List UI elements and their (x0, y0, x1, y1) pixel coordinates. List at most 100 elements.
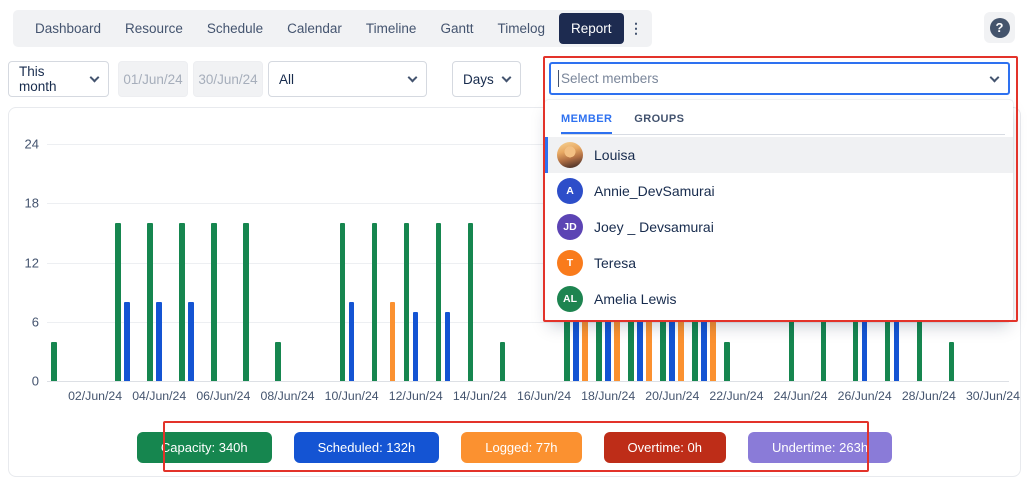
x-axis-tick-20: 20/Jun/24 (635, 389, 709, 403)
legend-chip-scheduled: Scheduled: 132h (294, 432, 440, 463)
tab-dashboard[interactable]: Dashboard (23, 10, 113, 47)
member-option-teresa[interactable]: T Teresa (545, 245, 1013, 281)
help-button[interactable]: ? (984, 12, 1015, 43)
member-option-amelia-lewis[interactable]: AL Amelia Lewis (545, 281, 1013, 317)
x-axis-tick-26: 26/Jun/24 (828, 389, 902, 403)
bar-capacity-13 (436, 223, 442, 381)
y-axis-tick-0: 0 (9, 374, 39, 389)
date-range-value: This month (19, 64, 83, 94)
member-option-joey-devsamurai[interactable]: JD Joey _ Devsamurai (545, 209, 1013, 245)
tab-schedule[interactable]: Schedule (195, 10, 275, 47)
bar-logged-11 (390, 302, 396, 381)
bar-capacity-08 (275, 342, 281, 382)
member-name: Teresa (594, 255, 636, 271)
scope-select[interactable]: All (268, 61, 427, 97)
user-initials-avatar: JD (557, 214, 583, 240)
panel-tab-member[interactable]: MEMBER (561, 113, 612, 134)
nav-tabs: DashboardResourceScheduleCalendarTimelin… (23, 10, 626, 47)
tab-timeline[interactable]: Timeline (354, 10, 429, 47)
text-caret (558, 70, 559, 87)
y-axis-tick-6: 6 (9, 314, 39, 329)
bar-capacity-11 (372, 223, 378, 381)
gridline-0 (47, 381, 1009, 382)
x-axis-tick-24: 24/Jun/24 (764, 389, 838, 403)
start-date-value: 01/Jun/24 (123, 72, 182, 87)
chevron-down-icon (502, 72, 512, 82)
legend-chip-capacity: Capacity: 340h (137, 432, 272, 463)
legend-chip-undertime: Undertime: 263h (748, 432, 892, 463)
kebab-menu-icon: ⋮ (629, 20, 644, 36)
member-option-annie-devsamurai[interactable]: A Annie_DevSamurai (545, 173, 1013, 209)
panel-tab-groups[interactable]: GROUPS (634, 113, 684, 134)
bar-scheduled-13 (445, 312, 451, 381)
bar-capacity-07 (243, 223, 249, 381)
chevron-down-icon (990, 73, 1000, 83)
bar-capacity-05 (179, 223, 185, 381)
bar-scheduled-10 (349, 302, 355, 381)
user-initials-avatar: T (557, 250, 583, 276)
y-axis-tick-18: 18 (9, 196, 39, 211)
bar-capacity-15 (500, 342, 506, 382)
member-groups-tabs: MEMBER GROUPS (545, 100, 1013, 134)
tab-timelog[interactable]: Timelog (485, 10, 557, 47)
x-axis-tick-04: 04/Jun/24 (122, 389, 196, 403)
x-axis-tick-16: 16/Jun/24 (507, 389, 581, 403)
question-mark-icon: ? (990, 18, 1010, 38)
bar-capacity-14 (468, 223, 474, 381)
user-photo-avatar (557, 142, 583, 168)
member-name: Annie_DevSamurai (594, 183, 715, 199)
x-axis-tick-06: 06/Jun/24 (186, 389, 260, 403)
member-name: Joey _ Devsamurai (594, 219, 714, 235)
member-name: Louisa (594, 147, 635, 163)
bar-capacity-03 (115, 223, 121, 381)
tab-report[interactable]: Report (559, 13, 624, 44)
legend-chip-logged: Logged: 77h (461, 432, 581, 463)
bar-capacity-10 (340, 223, 346, 381)
member-name: Amelia Lewis (594, 291, 676, 307)
y-axis-tick-12: 12 (9, 255, 39, 270)
bar-scheduled-05 (188, 302, 194, 381)
start-date-input[interactable]: 01/Jun/24 (118, 61, 188, 97)
bar-scheduled-03 (124, 302, 130, 381)
scope-value: All (279, 72, 294, 87)
user-initials-avatar: A (557, 178, 583, 204)
x-axis-tick-28: 28/Jun/24 (892, 389, 966, 403)
chevron-down-icon (408, 72, 418, 82)
bar-capacity-06 (211, 223, 217, 381)
bar-capacity-12 (404, 223, 410, 381)
x-axis-tick-10: 10/Jun/24 (315, 389, 389, 403)
end-date-input[interactable]: 30/Jun/24 (193, 61, 263, 97)
select-members-placeholder: Select members (561, 71, 983, 86)
tab-calendar[interactable]: Calendar (275, 10, 354, 47)
bar-capacity-01 (51, 342, 57, 382)
x-axis-tick-02: 02/Jun/24 (58, 389, 132, 403)
tab-resource[interactable]: Resource (113, 10, 195, 47)
x-axis-tick-18: 18/Jun/24 (571, 389, 645, 403)
select-members-input[interactable]: Select members (549, 62, 1010, 95)
end-date-value: 30/Jun/24 (198, 72, 257, 87)
x-axis-tick-08: 08/Jun/24 (251, 389, 325, 403)
granularity-value: Days (463, 72, 494, 87)
member-list: Louisa A Annie_DevSamurai JD Joey _ Devsamur… (545, 135, 1013, 317)
x-axis-tick-12: 12/Jun/24 (379, 389, 453, 403)
bar-scheduled-12 (413, 312, 419, 381)
legend-chip-overtime: Overtime: 0h (604, 432, 726, 463)
date-range-select[interactable]: This month (8, 61, 109, 97)
bar-capacity-22 (724, 342, 730, 382)
chart-legend: Capacity: 340h Scheduled: 132h Logged: 77h… (9, 432, 1020, 463)
tab-gantt[interactable]: Gantt (428, 10, 485, 47)
member-option-louisa[interactable]: Louisa (545, 137, 1013, 173)
x-axis-tick-14: 14/Jun/24 (443, 389, 517, 403)
more-tabs-button[interactable]: ⋮ (626, 20, 648, 37)
bar-capacity-29 (949, 342, 955, 382)
x-axis-tick-30: 30/Jun/24 (956, 389, 1021, 403)
x-axis-tick-22: 22/Jun/24 (699, 389, 773, 403)
y-axis-tick-24: 24 (9, 137, 39, 152)
member-dropdown-panel: MEMBER GROUPS Louisa A Annie_DevSamurai JD Jo… (545, 100, 1013, 321)
granularity-select[interactable]: Days (452, 61, 521, 97)
report-tab-bar: DashboardResourceScheduleCalendarTimelin… (13, 10, 652, 47)
bar-scheduled-04 (156, 302, 162, 381)
user-initials-avatar: AL (557, 286, 583, 312)
bar-capacity-04 (147, 223, 153, 381)
chevron-down-icon (90, 72, 100, 82)
